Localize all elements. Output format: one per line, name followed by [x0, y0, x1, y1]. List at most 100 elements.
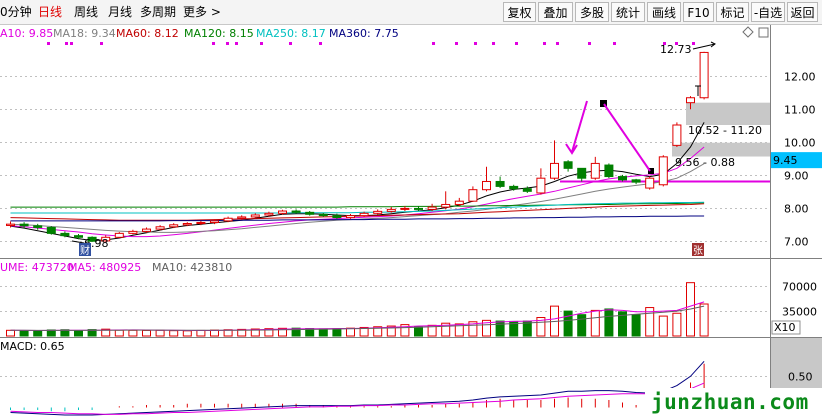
candle-down — [509, 185, 519, 190]
period-tab-1[interactable]: 日线 — [38, 0, 62, 25]
ma-legend-item: MA120: 8.15 — [184, 27, 254, 40]
volume-bar — [114, 329, 124, 337]
candle-down — [522, 188, 532, 192]
resistance-zone-label: 10.52 - 11.20 — [688, 124, 762, 137]
ma-legend-item: MA60: 8.12 — [116, 27, 179, 40]
macd-legend: MACD: 0.65 — [0, 340, 65, 353]
price-tick-label: 9.00 — [784, 170, 809, 183]
candle-up — [128, 230, 138, 234]
candle-up — [550, 162, 559, 179]
high-price-label: 12.73 — [660, 43, 692, 56]
candle-down — [19, 223, 29, 227]
volume-bar — [19, 330, 29, 337]
signal-dot — [455, 42, 458, 45]
candle-up — [359, 212, 369, 217]
badge-cai: 财 — [80, 244, 90, 257]
volume-bar — [577, 314, 587, 337]
toolbar-button-1[interactable]: 叠加 — [538, 2, 573, 22]
volume-bar — [414, 326, 423, 337]
candle-up — [237, 216, 247, 219]
volume-bar — [631, 314, 641, 337]
watermark: junzhuan.com — [645, 388, 822, 417]
candle-up — [278, 210, 287, 214]
candle-up — [482, 180, 491, 191]
volume-tick-label: 70000 — [782, 281, 817, 294]
toolbar-button-4[interactable]: 画线 — [647, 2, 681, 22]
volume-bar — [332, 328, 342, 337]
candle-up — [645, 177, 655, 189]
candle-up — [6, 223, 15, 226]
price-tick-label: 10.00 — [784, 137, 816, 150]
signal-dot — [47, 42, 50, 45]
toolbar-button-0[interactable]: 复权 — [503, 2, 536, 22]
volume-legend-item: UME: 473720 — [0, 261, 74, 274]
candle-up — [114, 232, 124, 238]
toolbar-button-8[interactable]: 返回 — [787, 2, 818, 22]
candle-up — [196, 222, 206, 225]
signal-dot — [543, 42, 546, 45]
signal-dot — [692, 42, 695, 45]
period-tab-5[interactable]: 更多 > — [183, 0, 221, 25]
candle-down — [563, 161, 573, 169]
signal-dot — [235, 42, 238, 45]
volume-bar — [699, 303, 709, 337]
period-tab-2[interactable]: 周线 — [74, 0, 98, 25]
candle-up — [373, 210, 383, 214]
signal-dot — [260, 42, 263, 45]
candle-down — [495, 180, 505, 187]
signal-dot — [226, 42, 229, 45]
signal-dot — [515, 42, 518, 45]
signal-dot — [474, 42, 477, 45]
volume-bar — [563, 310, 573, 337]
toolbar-button-5[interactable]: F10 — [683, 2, 714, 22]
badge-zhang: 张 — [693, 245, 703, 257]
candle-down — [46, 226, 56, 234]
candlestick-chart: 12.00 11.00 10.00 9.00 8.00 7.00 A10: 9.85 MA18… — [0, 25, 822, 417]
candle-down — [577, 167, 587, 179]
volume-bar — [346, 327, 355, 337]
watermark-text: junzhuan.com — [651, 390, 809, 414]
candle-down — [60, 232, 70, 237]
volume-bar — [604, 308, 614, 337]
volume-unit-label: X10 — [774, 321, 796, 334]
signal-dot — [212, 42, 215, 45]
period-tab-0[interactable]: 0分钟 — [0, 0, 32, 25]
period-tab-4[interactable]: 多周期 — [140, 0, 176, 25]
volume-bar — [318, 328, 328, 337]
volume-bar — [155, 329, 165, 337]
price-tick-label: 11.00 — [784, 104, 816, 117]
price-tick-label: 8.00 — [784, 203, 809, 216]
candle-down — [332, 215, 342, 219]
price-tick-label: 12.00 — [784, 71, 816, 84]
candle-up — [142, 228, 151, 232]
toolbar-button-3[interactable]: 统计 — [611, 2, 645, 22]
candle-down — [604, 164, 614, 178]
toolbar-button-6[interactable]: 标记 — [716, 2, 749, 22]
toolbar-button-7[interactable]: -自选 — [751, 2, 785, 22]
volume-bar — [196, 329, 206, 337]
candle-up — [536, 177, 546, 194]
candle-down — [631, 179, 641, 183]
candle-up — [210, 220, 219, 224]
candle-up — [400, 207, 410, 210]
candle-up — [346, 215, 355, 219]
candle-up — [468, 189, 478, 202]
signal-dot — [588, 42, 591, 45]
toolbar: 0分钟 日线 周线 月线 多周期 更多 > 复权 叠加 多股 统计 画线 F10 标记 -自选 返回 — [0, 0, 822, 25]
macd-tick-label: 0.50 — [788, 371, 813, 384]
period-tab-3[interactable]: 月线 — [108, 0, 132, 25]
signal-dot — [613, 42, 616, 45]
volume-bar — [182, 330, 192, 337]
volume-bar — [142, 329, 151, 337]
candle-down — [305, 211, 315, 215]
current-price-label: 9.45 — [773, 154, 798, 167]
signal-dot — [556, 42, 559, 45]
signal-dot — [65, 42, 68, 45]
candle-up — [454, 200, 464, 205]
volume-bar — [74, 330, 83, 337]
candle-up — [169, 224, 179, 228]
candle-up — [250, 214, 260, 218]
volume-bar — [33, 330, 43, 337]
ma-legend-item: MA360: 7.75 — [329, 27, 399, 40]
toolbar-button-2[interactable]: 多股 — [575, 2, 609, 22]
